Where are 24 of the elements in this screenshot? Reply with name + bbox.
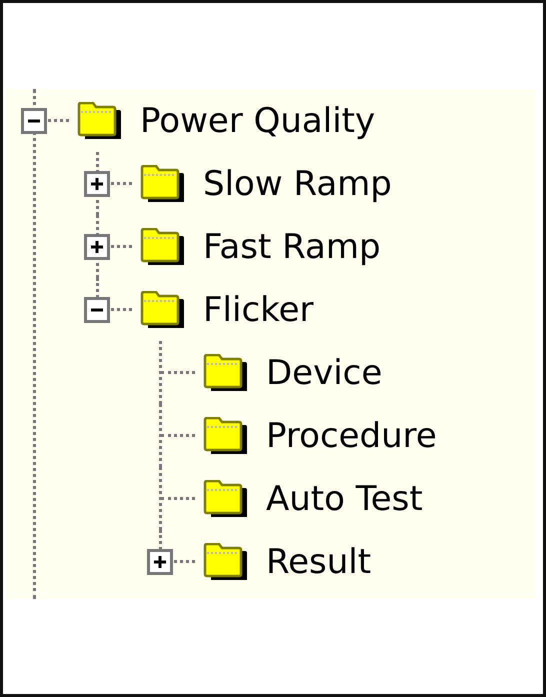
tree-item-label[interactable]: Device — [266, 352, 382, 392]
tree-item-label[interactable]: Slow Ramp — [203, 164, 392, 204]
collapse-toggle[interactable] — [21, 108, 47, 134]
plus-icon — [90, 240, 104, 254]
expand-toggle[interactable] — [84, 171, 110, 197]
expand-toggle[interactable] — [84, 234, 110, 260]
plus-icon — [90, 177, 104, 191]
tree-item-label[interactable]: Result — [266, 542, 372, 582]
folder-icon — [203, 354, 247, 392]
tree-item-label[interactable]: Power Quality — [140, 100, 376, 140]
tree-item-label[interactable]: Procedure — [266, 416, 437, 456]
folder-icon — [140, 228, 184, 266]
folder-icon — [140, 164, 184, 202]
tree-item-label[interactable]: Flicker — [203, 290, 314, 330]
plus-icon — [153, 555, 167, 569]
folder-icon — [203, 542, 247, 580]
expand-toggle[interactable] — [147, 549, 173, 575]
tree-item-label[interactable]: Fast Ramp — [203, 226, 381, 266]
collapse-toggle[interactable] — [84, 297, 110, 323]
folder-icon — [140, 290, 184, 328]
tree-item-label[interactable]: Auto Test — [266, 478, 423, 518]
folder-icon — [77, 102, 121, 140]
folder-icon — [203, 480, 247, 518]
folder-icon — [203, 416, 247, 454]
